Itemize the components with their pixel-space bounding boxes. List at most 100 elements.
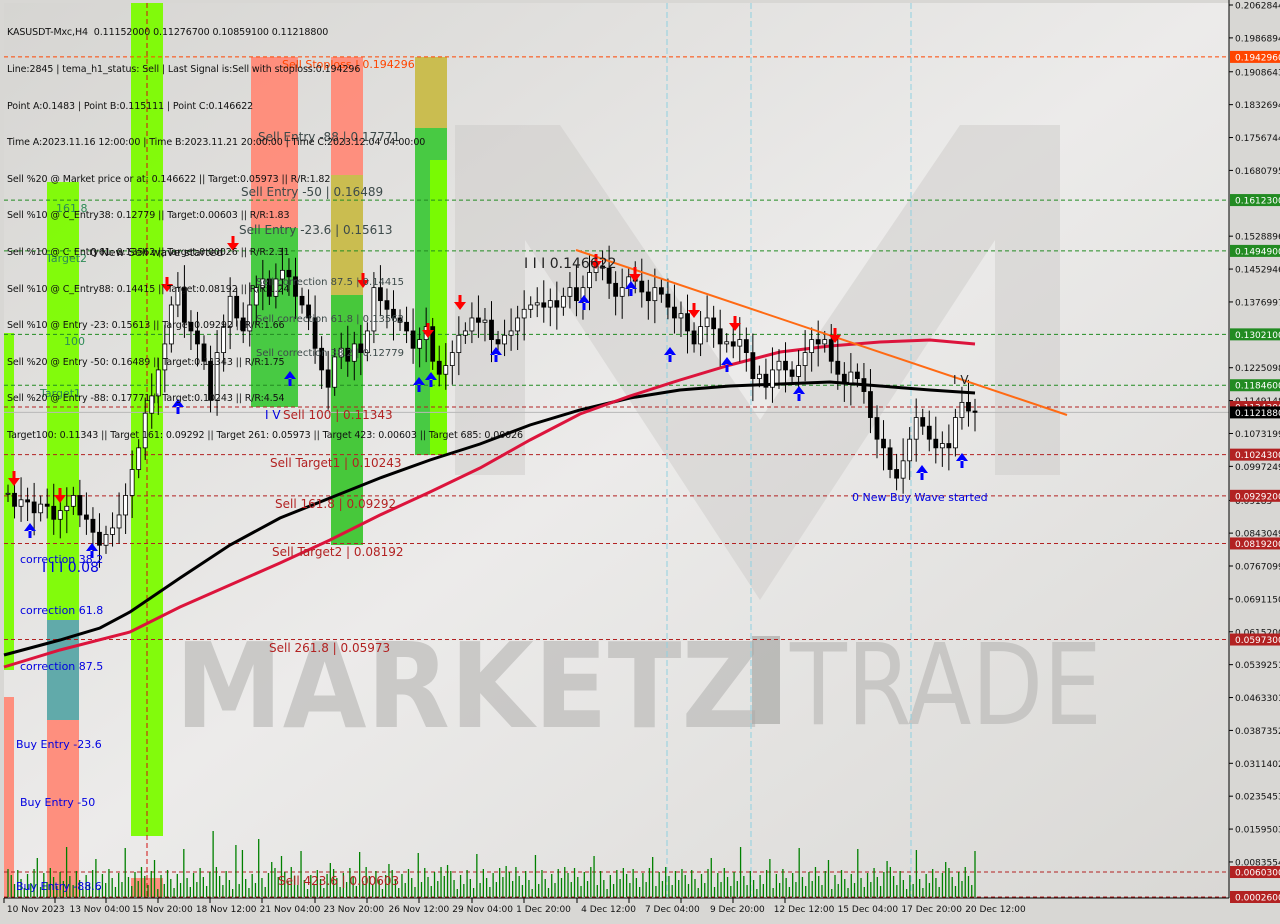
price-tick-label: 0.03114025 [1235,760,1280,770]
candle-body [737,339,743,347]
watermark-left: MARKETZ [175,617,760,755]
info-line: Line:2845 | tema_h1_status: Sell | Last … [7,64,361,75]
candle-body [841,373,847,384]
candle-body [31,501,37,514]
level-label: Sell 423.6 | 0.00603 [278,874,399,888]
buy-level-label: Buy Entry -88.6 [16,880,102,893]
price-tag-label: 0.16123000 [1235,197,1280,207]
info-line: Sell %20 @ Entry -88: 0.17771 || Target:… [7,393,285,405]
candle-body [672,306,677,319]
candle-body [70,495,76,507]
price-tick-label: 0.10731990 [1235,430,1280,440]
candle-body [887,447,893,470]
candle-body [90,518,96,533]
price-tick-label: 0.16807950 [1235,167,1280,177]
candle-body [907,438,913,462]
candle-body [57,510,63,520]
price-tick-label: 0.17567445 [1235,134,1280,144]
chart-area[interactable]: MARKETZ TRADE Sell Stoploss | 0.194296 Sel… [0,0,1280,920]
symbol-line: KASUSDT-Mxc,H4 0.11152000 0.11276700 0.1… [7,27,329,39]
candle-body [946,443,952,449]
candle-body [541,302,547,308]
price-tick-label: 0.19868945 [1235,34,1280,44]
price-tag-label: 0.05973000 [1235,636,1280,646]
candle-body [724,341,730,345]
time-tick-label: 13 Nov 04:00 [69,905,130,915]
info-line: Target100: 0.11343 || Target 161: 0.0929… [7,429,523,441]
candle-body [743,339,749,353]
info-line: Point A:0.1483 | Point B:0.115111 | Poin… [7,100,254,112]
candle-body [763,373,769,388]
candle-body [103,534,109,546]
price-tag-label: 0.10243000 [1235,451,1280,461]
price-tick-label: 0.05392510 [1235,661,1280,671]
new-buy-wave-label: 0 New Buy Wave started [852,491,988,504]
level-label: Sell 261.8 | 0.05973 [269,641,390,655]
price-tag-label: 0.14949000 [1235,247,1280,257]
candle-body [528,304,534,310]
price-tag-label: 0.19429600 [1235,53,1280,63]
watermark-bar [752,636,780,724]
candle-body [639,280,645,293]
time-tick-label: 20 Dec 12:00 [965,905,1026,915]
price-tick-label: 0.06911500 [1235,595,1280,605]
candle-body [123,495,129,516]
candle-body [861,378,867,392]
candle-body [913,417,919,440]
candle-body [560,295,566,308]
candle-body [5,492,11,495]
candle-body [881,438,886,449]
candle-body [567,287,573,297]
candle-body [750,352,756,379]
candle-body [789,369,795,377]
buy-level-label: correction 87.5 [20,660,103,673]
candle-body [717,328,723,345]
candle-body [77,495,83,516]
time-tick-label: 17 Dec 20:00 [901,905,962,915]
candle-body [926,425,932,440]
info-line: Sell %10 @ Entry -23: 0.15613 || Target:… [7,320,285,332]
candle-body [868,391,873,418]
time-tick-label: 1 Dec 20:00 [516,905,571,915]
candle-body [939,443,945,449]
candle-body [645,291,651,302]
candle-body [110,527,115,535]
level-label: Sell Target2 | 0.08192 [272,545,404,559]
candle-body [587,272,592,289]
candle-body [38,503,44,514]
time-tick-label: 7 Dec 04:00 [645,905,700,915]
info-panel: KASUSDT-Mxc,H4 0.11152000 0.11276700 0.1… [7,3,523,467]
time-tick-label: 18 Nov 12:00 [196,905,257,915]
buy-level-label: correction 61.8 [20,604,103,617]
price-tag-label: 0.11218800 [1235,409,1280,419]
price-tick-label: 0.14529465 [1235,266,1280,276]
candle-body [783,360,788,371]
price-tick-label: 0.03873520 [1235,727,1280,737]
price-tick-label: 0.09972495 [1235,463,1280,473]
candle-body [796,365,801,377]
price-tick-label: 0.20628440 [1235,2,1280,12]
candle-body [835,360,841,375]
candle-body [854,371,860,379]
buy-level-label: Buy Entry -23.6 [16,738,102,751]
candle-body [574,287,579,302]
candle-body [920,417,926,427]
time-tick-label: 21 Nov 04:00 [260,905,321,915]
candle-body [554,300,560,308]
candle-body [828,339,834,362]
candle-body [547,300,553,308]
price-tick-label: 0.18326940 [1235,101,1280,111]
price-tick-label: 0.04633015 [1235,694,1280,704]
candle-body [815,339,821,345]
zone-bar [4,697,14,897]
candle-body [770,369,775,388]
candle-body [822,339,828,345]
candle-body [665,293,671,308]
point-b-label: I I I 0.08 [42,560,99,576]
candle-body [952,417,958,449]
candle-body [874,417,880,440]
candle-body [776,360,782,371]
candle-body [116,514,122,529]
candle-body [900,460,906,479]
time-tick-label: 15 Nov 20:00 [132,905,193,915]
